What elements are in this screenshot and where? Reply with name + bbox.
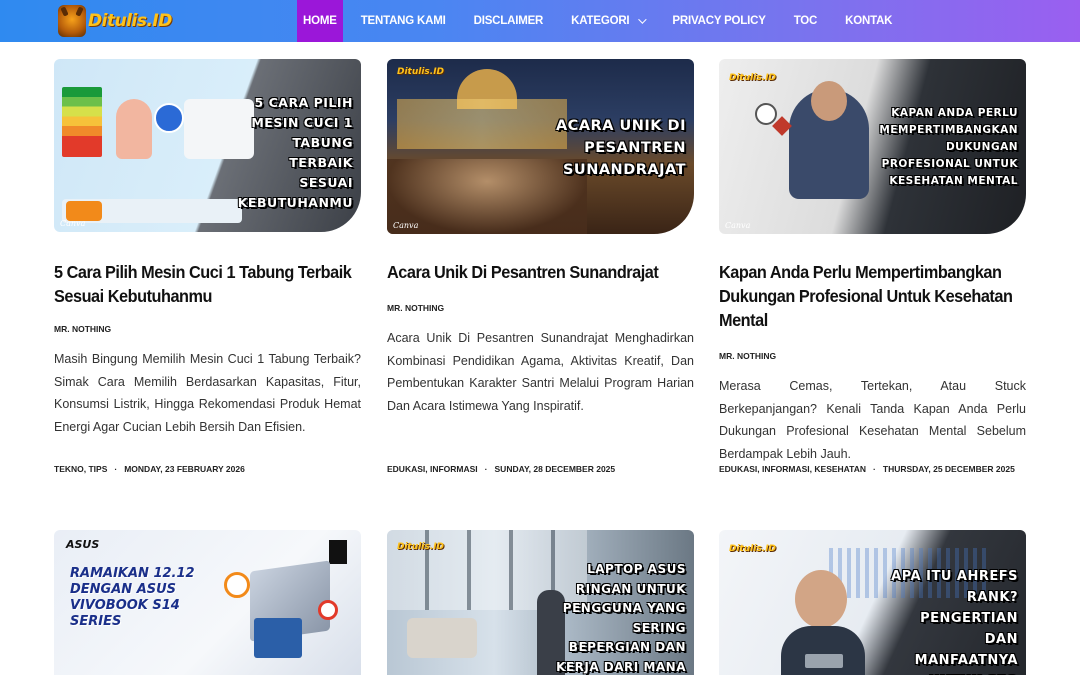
- post-excerpt: Masih Bingung Memilih Mesin Cuci 1 Tabun…: [54, 352, 361, 434]
- nav-kategori[interactable]: KATEGORI: [561, 0, 654, 42]
- woman-illustration: [116, 99, 152, 159]
- post-excerpt: Acara Unik Di Pesantren Sunandrajat Meng…: [387, 331, 694, 413]
- site-header: Ditulis.ID HOME TENTANG KAMI DISCLAIMER …: [0, 0, 1080, 42]
- nav-tentang-kami[interactable]: TENTANG KAMI: [351, 0, 456, 42]
- thumbnail-caption: LAPTOP ASUS RINGAN UNTUK PENGGUNA YANG S…: [556, 562, 686, 674]
- post-card: Ditulis.ID APA ITU AHREFS RANK? PENGERTI…: [719, 530, 1026, 675]
- post-title[interactable]: Acara Unik Di Pesantren Sunandrajat: [387, 260, 694, 284]
- thumbnail-caption: 5 CARA PILIH MESIN CUCI 1 TABUNG TERBAIK…: [237, 95, 353, 210]
- post-thumbnail[interactable]: 5 CARA PILIH MESIN CUCI 1 TABUNG TERBAIK…: [54, 59, 361, 232]
- pilih-kapasitas-icon: [66, 201, 102, 221]
- logo-text: Ditulis.ID: [88, 11, 172, 31]
- canva-watermark: Canva: [393, 221, 419, 230]
- badge-icon: [318, 600, 338, 620]
- post-meta: EDUKASI, INFORMASI · SUNDAY, 28 DECEMBER 2…: [387, 464, 615, 474]
- meta-separator: ·: [873, 464, 876, 474]
- nav-kontak[interactable]: KONTAK: [835, 0, 902, 42]
- no1-badge-icon: [329, 540, 347, 564]
- clock-icon: [755, 103, 777, 125]
- chevron-down-icon: [638, 15, 648, 24]
- post-title[interactable]: 5 Cara Pilih Mesin Cuci 1 Tabung Terbaik…: [54, 260, 361, 308]
- post-date: THURSDAY, 25 DECEMBER 2025: [882, 464, 1015, 474]
- laptop-screen-graphic: [254, 618, 302, 658]
- thumbnail-caption: ACARA UNIK DI PESANTREN SUNANDRAJAT: [555, 118, 686, 178]
- post-meta: EDUKASI, INFORMASI, KESEHATAN · THURSDAY, …: [719, 464, 1015, 474]
- man-head-graphic: [795, 570, 847, 628]
- main-nav: HOME TENTANG KAMI DISCLAIMER KATEGORI PR…: [297, 0, 902, 42]
- post-card: 5 CARA PILIH MESIN CUCI 1 TABUNG TERBAIK…: [54, 59, 361, 438]
- nav-privacy-policy[interactable]: PRIVACY POLICY: [662, 0, 775, 42]
- post-categories[interactable]: TEKNO, TIPS: [54, 464, 107, 474]
- canva-watermark: Canva: [725, 221, 751, 230]
- post-author[interactable]: MR. NOTHING: [54, 324, 361, 334]
- asus-logo: ASUS: [66, 538, 100, 551]
- nav-kategori-label: KATEGORI: [571, 15, 630, 27]
- capacity-badge-icon: [154, 103, 184, 133]
- energy-label-graphic: [62, 87, 102, 157]
- mascot-logo-icon: [58, 5, 86, 37]
- canva-watermark: Canva: [60, 219, 86, 228]
- thumbnail-caption: APA ITU AHREFS RANK? PENGERTIAN DAN MANF…: [891, 569, 1018, 675]
- post-meta: TEKNO, TIPS · MONDAY, 23 FEBRUARY 2026: [54, 464, 245, 474]
- thumbnail-caption: RAMAIKAN 12.12 DENGAN ASUS VIVOBOOK S14 …: [70, 566, 195, 629]
- post-date: MONDAY, 23 FEBRUARY 2026: [124, 464, 245, 474]
- thumbnail-caption: KAPAN ANDA PERLU MEMPERTIMBANGKAN DUKUNG…: [879, 107, 1018, 187]
- post-categories[interactable]: EDUKASI, INFORMASI, KESEHATAN: [719, 464, 866, 474]
- post-card: ASUS RAMAIKAN 12.12 DENGAN ASUS VIVOBOOK…: [54, 530, 361, 675]
- post-date: SUNDAY, 28 DECEMBER 2025: [494, 464, 616, 474]
- tablet-graphic: [805, 654, 843, 668]
- post-thumbnail[interactable]: Ditulis.ID LAPTOP ASUS RINGAN UNTUK PENG…: [387, 530, 694, 675]
- post-categories[interactable]: EDUKASI, INFORMASI: [387, 464, 478, 474]
- post-card: Ditulis.ID LAPTOP ASUS RINGAN UNTUK PENG…: [387, 530, 694, 675]
- post-thumbnail[interactable]: Ditulis.ID ACARA UNIK DI PESANTREN SUNAN…: [387, 59, 694, 234]
- post-card: Ditulis.ID ACARA UNIK DI PESANTREN SUNAN…: [387, 59, 694, 417]
- sofa-graphic: [407, 618, 477, 658]
- mosque-lights-graphic: [397, 99, 567, 149]
- brand-watermark: Ditulis.ID: [397, 542, 445, 552]
- post-excerpt: Merasa Cemas, Tertekan, Atau Stuck Berke…: [719, 379, 1026, 461]
- promo-badge-icon: [224, 572, 250, 598]
- meta-separator: ·: [114, 464, 118, 474]
- post-author[interactable]: MR. NOTHING: [719, 351, 1026, 361]
- post-author[interactable]: MR. NOTHING: [387, 303, 694, 313]
- post-thumbnail[interactable]: Ditulis.ID APA ITU AHREFS RANK? PENGERTI…: [719, 530, 1026, 675]
- brand-watermark: Ditulis.ID: [397, 67, 445, 77]
- post-thumbnail[interactable]: Ditulis.ID KAPAN ANDA PERLU MEMPERTIMBAN…: [719, 59, 1026, 234]
- nav-toc[interactable]: TOC: [784, 0, 827, 42]
- nav-home[interactable]: HOME: [297, 0, 343, 42]
- brand-watermark: Ditulis.ID: [729, 73, 777, 83]
- meta-separator: ·: [484, 464, 488, 474]
- post-thumbnail[interactable]: ASUS RAMAIKAN 12.12 DENGAN ASUS VIVOBOOK…: [54, 530, 361, 675]
- post-title[interactable]: Kapan Anda Perlu Mempertimbangkan Dukung…: [719, 260, 1026, 332]
- head-graphic: [811, 81, 847, 121]
- brand-watermark: Ditulis.ID: [729, 544, 777, 554]
- site-logo[interactable]: Ditulis.ID: [58, 4, 172, 38]
- post-card: Ditulis.ID KAPAN ANDA PERLU MEMPERTIMBAN…: [719, 59, 1026, 465]
- nav-disclaimer[interactable]: DISCLAIMER: [464, 0, 554, 42]
